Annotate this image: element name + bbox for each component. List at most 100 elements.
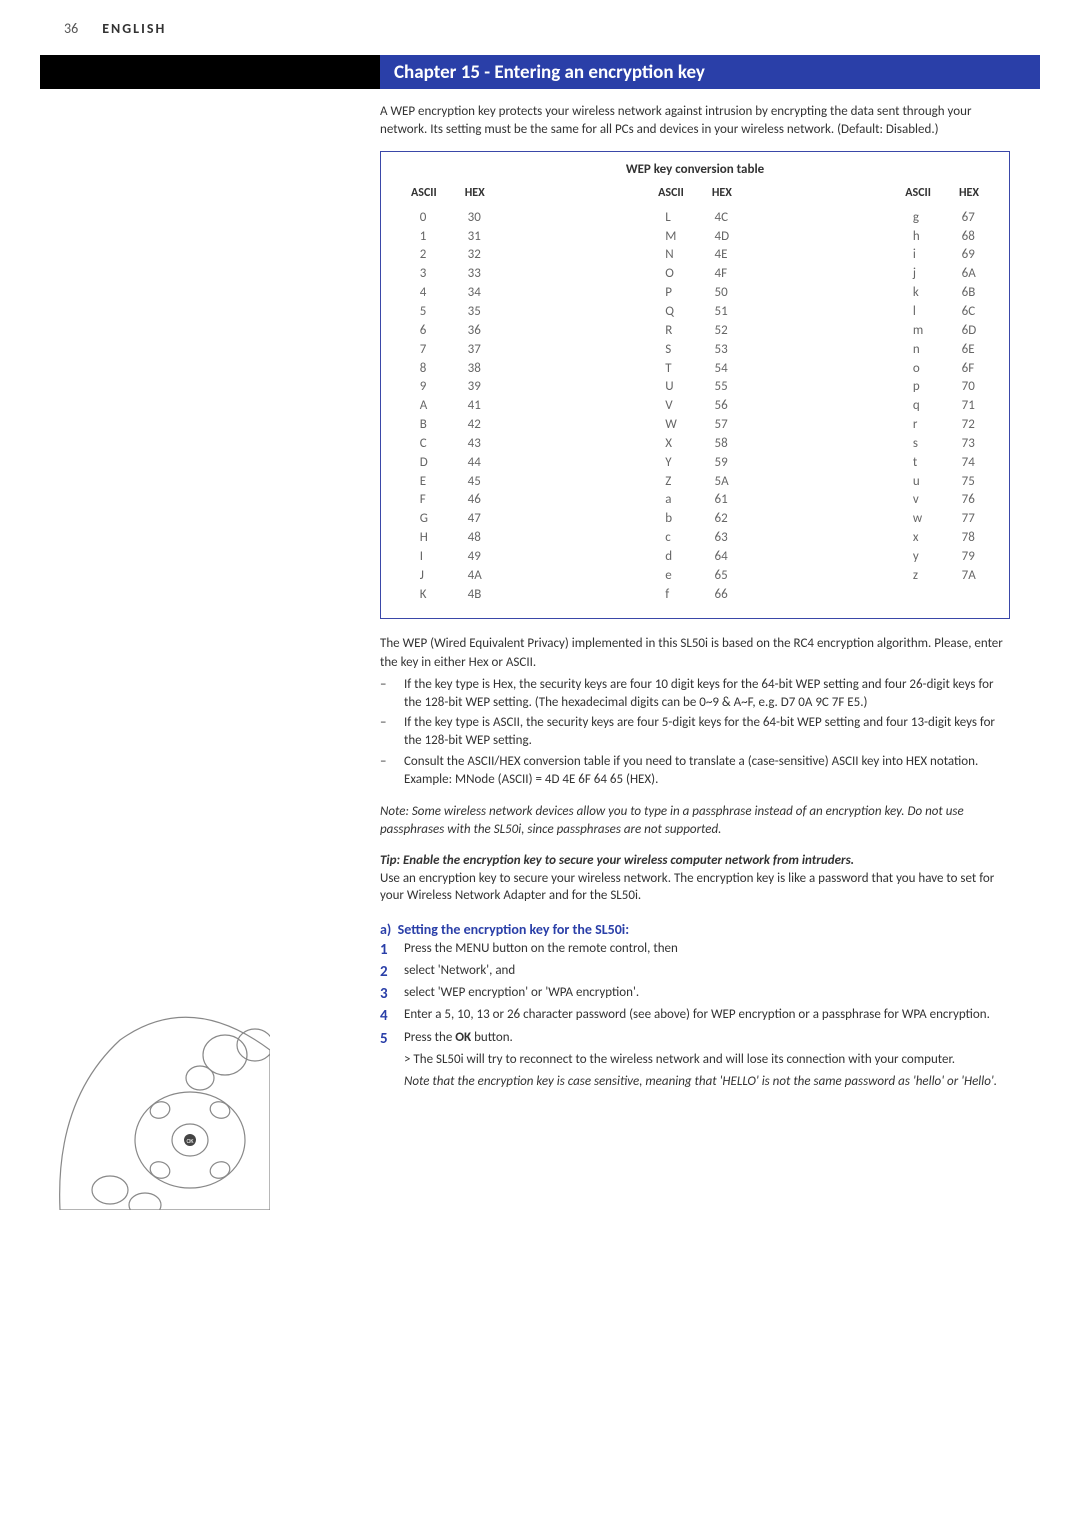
hex-cell: 65	[715, 567, 730, 586]
ascii-cell: q	[913, 397, 923, 416]
ascii-cell: 4	[420, 284, 428, 303]
hex-cell: 48	[468, 529, 482, 548]
step-item: 3 select 'WEP encryption' or 'WPA encryp…	[380, 984, 1010, 1004]
hex-cell: 59	[715, 454, 730, 473]
ascii-cell: i	[913, 246, 923, 265]
hex-cell: 63	[715, 529, 730, 548]
ascii-cell: d	[665, 548, 677, 567]
step-item: 5 Press the OK button.	[380, 1029, 1010, 1049]
bullet-item: –Consult the ASCII/HEX conversion table …	[380, 753, 1010, 789]
col-head-hex: HEX	[465, 185, 485, 202]
hex-cell: 4C	[715, 209, 730, 228]
hex-cell: 4F	[715, 265, 730, 284]
hex-cell: 35	[468, 303, 482, 322]
hex-cell: 4D	[715, 228, 730, 247]
tip-title: Tip: Enable the encryption key to secure…	[380, 853, 854, 868]
hex-cell: 6F	[962, 360, 977, 379]
ascii-cell: P	[665, 284, 677, 303]
ascii-cell: E	[420, 473, 428, 492]
hex-cell: 44	[468, 454, 482, 473]
ascii-cell: t	[913, 454, 923, 473]
ascii-cell: u	[913, 473, 923, 492]
language-label: ENGLISH	[102, 20, 166, 37]
ascii-cell: v	[913, 491, 923, 510]
col-head-hex: HEX	[712, 185, 732, 202]
hex-cell: 66	[715, 586, 730, 605]
ascii-cell: k	[913, 284, 923, 303]
hex-cell: 74	[962, 454, 977, 473]
ascii-cell: D	[420, 454, 428, 473]
hex-cell: 62	[715, 510, 730, 529]
ascii-cell: j	[913, 265, 923, 284]
step-text: Enter a 5, 10, 13 or 26 character passwo…	[404, 1006, 990, 1026]
page-number: 36	[64, 20, 78, 37]
bullet-text: Consult the ASCII/HEX conversion table i…	[404, 753, 1010, 789]
ascii-cell: x	[913, 529, 923, 548]
ascii-cell: T	[665, 360, 677, 379]
intro-paragraph: A WEP encryption key protects your wirel…	[380, 103, 1010, 139]
svg-text:OK: OK	[186, 1137, 194, 1145]
hex-cell: 58	[715, 435, 730, 454]
ascii-cell: g	[913, 209, 923, 228]
ascii-cell: O	[665, 265, 677, 284]
hex-cell: 4B	[468, 586, 482, 605]
tip-block: Tip: Enable the encryption key to secure…	[380, 852, 1010, 905]
hex-cell: 30	[468, 209, 482, 228]
wep-conversion-table: WEP key conversion table ASCII 012345678…	[380, 151, 1010, 619]
ascii-cell: 7	[420, 341, 428, 360]
ascii-cell: L	[665, 209, 677, 228]
step-number: 5	[380, 1029, 404, 1049]
ascii-cell: w	[913, 510, 923, 529]
chapter-title: Chapter 15 - Entering an encryption key	[380, 55, 1040, 89]
table-col-3: ASCII ghijklmnopqrstuvwxyz HEX 6768696A6…	[891, 185, 993, 604]
bullet-text: If the key type is ASCII, the security k…	[404, 714, 1010, 750]
step-note: Note that the encryption key is case sen…	[404, 1073, 1010, 1091]
ascii-cell: J	[420, 567, 428, 586]
bullet-text: If the key type is Hex, the security key…	[404, 676, 1010, 712]
ascii-cell: K	[420, 586, 428, 605]
hex-cell: 75	[962, 473, 977, 492]
note-passphrase: Note: Some wireless network devices allo…	[380, 803, 1010, 838]
ascii-cell: M	[665, 228, 677, 247]
step-number: 3	[380, 984, 404, 1004]
table-col-1: ASCII 0123456789ABCDEFGHIJK HEX 30313233…	[397, 185, 499, 604]
hex-cell: 69	[962, 246, 977, 265]
ascii-cell: B	[420, 416, 428, 435]
ascii-cell: c	[665, 529, 677, 548]
step-item: 4 Enter a 5, 10, 13 or 26 character pass…	[380, 1006, 1010, 1026]
hex-cell: 78	[962, 529, 977, 548]
ascii-cell: z	[913, 567, 923, 586]
col-head-hex: HEX	[959, 185, 979, 202]
wep-intro: The WEP (Wired Equivalent Privacy) imple…	[380, 635, 1010, 671]
ascii-cell: 8	[420, 360, 428, 379]
ascii-cell: s	[913, 435, 923, 454]
table-col-2: ASCII LMNOPQRSTUVWXYZabcdef HEX 4C4D4E4F…	[644, 185, 746, 604]
hex-cell: 53	[715, 341, 730, 360]
hex-cell: 50	[715, 284, 730, 303]
ascii-cell: A	[420, 397, 428, 416]
ascii-cell: X	[665, 435, 677, 454]
hex-cell: 64	[715, 548, 730, 567]
step-text: Press the MENU button on the remote cont…	[404, 940, 678, 960]
step-text: select 'WEP encryption' or 'WPA encrypti…	[404, 984, 639, 1004]
step-text: Press the OK button.	[404, 1029, 513, 1049]
ascii-cell: Z	[665, 473, 677, 492]
ascii-cell: G	[420, 510, 428, 529]
step-number: 1	[380, 940, 404, 960]
hex-cell: 33	[468, 265, 482, 284]
ascii-cell: f	[665, 586, 677, 605]
ascii-cell: p	[913, 378, 923, 397]
hex-cell: 6B	[962, 284, 977, 303]
hex-cell: 34	[468, 284, 482, 303]
hex-cell: 67	[962, 209, 977, 228]
ascii-cell: r	[913, 416, 923, 435]
ascii-cell: 5	[420, 303, 428, 322]
ascii-cell: b	[665, 510, 677, 529]
hex-cell: 38	[468, 360, 482, 379]
section-a-title: a) Setting the encryption key for the SL…	[380, 921, 1010, 938]
ascii-cell: h	[913, 228, 923, 247]
hex-cell: 36	[468, 322, 482, 341]
ascii-cell: n	[913, 341, 923, 360]
hex-cell: 70	[962, 378, 977, 397]
ascii-cell: F	[420, 491, 428, 510]
